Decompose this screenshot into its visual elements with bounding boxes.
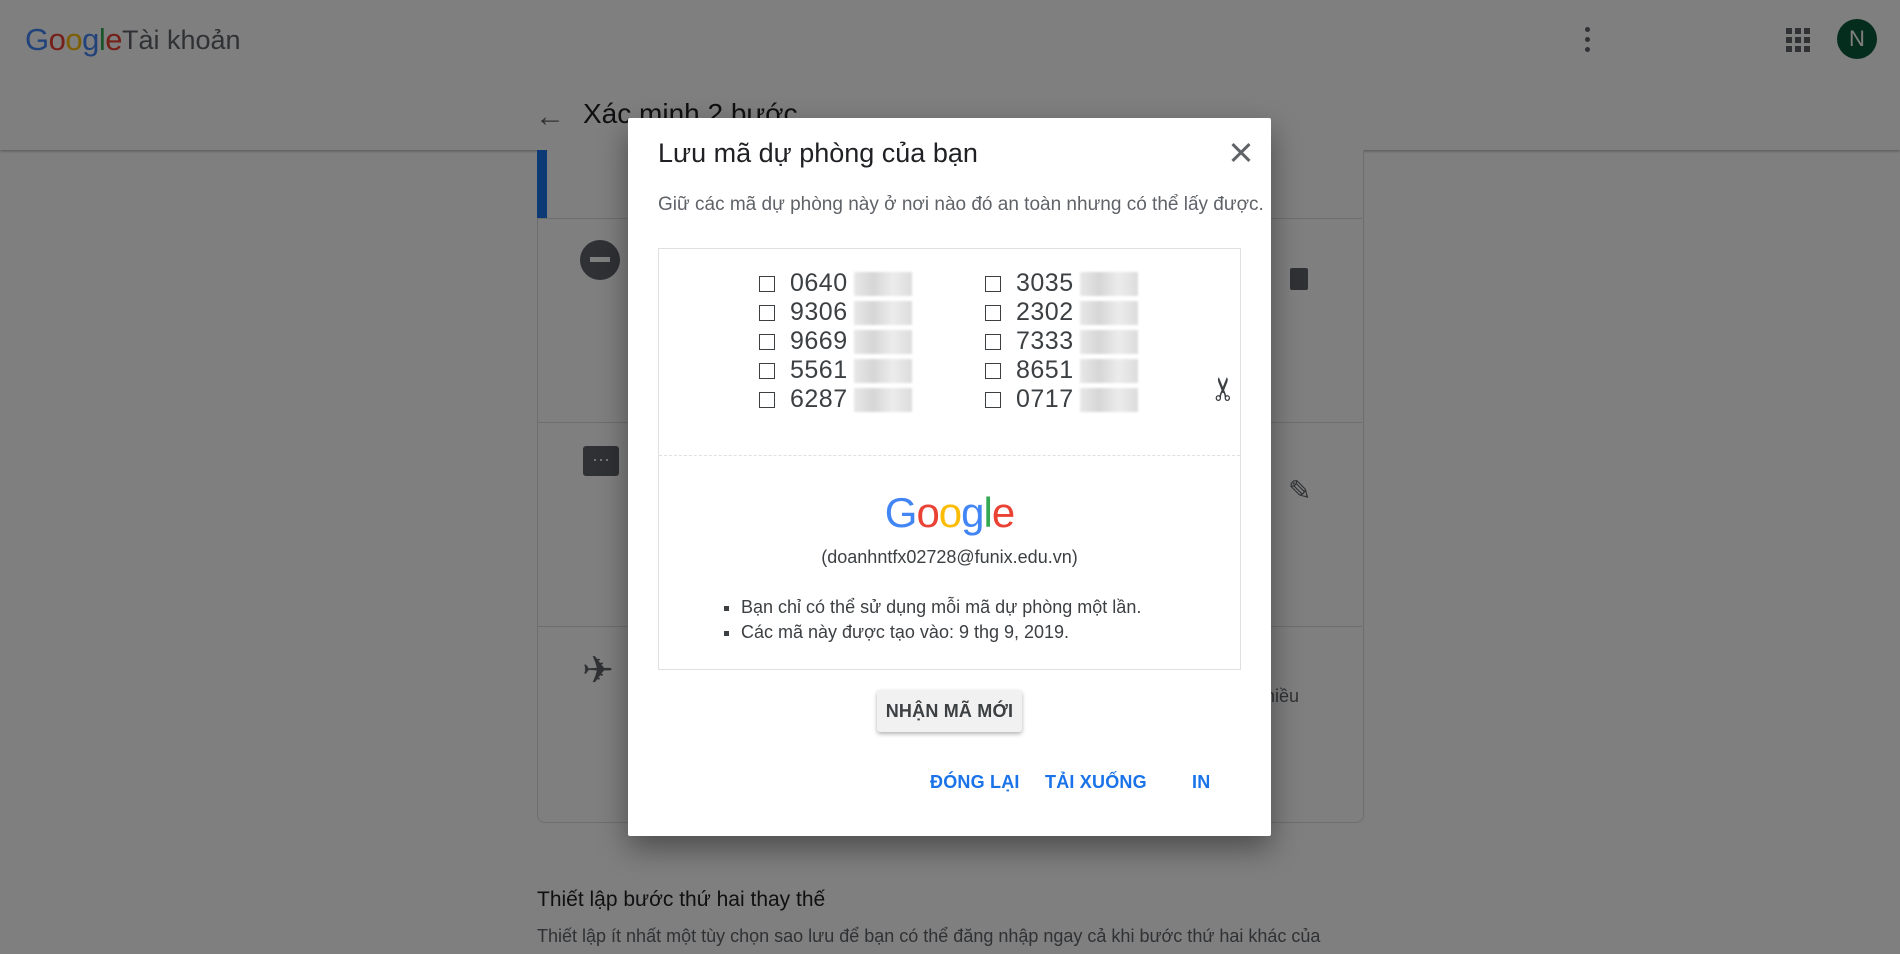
backup-code: 2302 (1016, 298, 1074, 326)
blurred-code-part (853, 358, 912, 383)
backup-code: 7333 (1016, 327, 1074, 355)
logo-letter: o (938, 489, 962, 536)
checkbox-icon (759, 391, 775, 408)
blurred-code-part (1079, 358, 1138, 383)
backup-code: 0640 (790, 269, 848, 297)
codes-panel: 0640 9306 9669 5561 6287 3035 2302 7333 … (658, 248, 1241, 670)
scissors-icon: ✂ (1205, 375, 1242, 403)
logo-letter: o (916, 489, 939, 536)
checkbox-icon (759, 333, 775, 350)
note-item: Bạn chỉ có thể sử dụng mỗi mã dự phòng m… (741, 597, 1141, 618)
close-icon[interactable] (1224, 134, 1260, 170)
code-row: 2302 (985, 298, 1175, 327)
logo-letter: l (983, 489, 993, 536)
blurred-code-part (853, 387, 912, 412)
account-email: (doanhntfx02728@funix.edu.vn) (821, 547, 1078, 567)
backup-code: 9669 (790, 327, 848, 355)
backup-code: 5561 (790, 356, 848, 384)
backup-code: 0717 (1016, 385, 1074, 413)
blurred-code-part (853, 300, 912, 325)
blurred-code-part (853, 271, 912, 296)
checkbox-icon (985, 391, 1001, 408)
checkbox-icon (759, 362, 775, 379)
logo-letter: G (884, 489, 918, 536)
backup-code: 8651 (1016, 356, 1074, 384)
codes-column-right: 3035 2302 7333 8651 0717 (985, 269, 1175, 414)
logo-letter: e (991, 489, 1015, 536)
code-row: 3035 (985, 269, 1175, 298)
blurred-code-part (1079, 271, 1138, 296)
checkbox-icon (759, 304, 775, 321)
download-button[interactable]: TẢI XUỐNG (1045, 772, 1147, 793)
cut-line (659, 455, 1240, 456)
code-row: 9306 (759, 298, 949, 327)
code-row: 8651 (985, 356, 1175, 385)
close-button[interactable]: ĐÓNG LẠI (930, 772, 1020, 793)
page: Google Tài khoản N ← Xác minh 2 bước ···… (0, 0, 1900, 954)
code-row: 9669 (759, 327, 949, 356)
note-item: Các mã này được tạo vào: 9 thg 9, 2019. (741, 622, 1141, 643)
code-row: 0640 (759, 269, 949, 298)
backup-code: 3035 (1016, 269, 1074, 297)
code-row: 0717 (985, 385, 1175, 414)
print-button[interactable]: IN (1192, 772, 1210, 793)
blurred-code-part (853, 329, 912, 354)
checkbox-icon (985, 304, 1001, 321)
get-new-codes-button[interactable]: NHẬN MÃ MỚI (877, 690, 1022, 732)
codes-column-left: 0640 9306 9669 5561 6287 (759, 269, 949, 414)
checkbox-icon (985, 275, 1001, 292)
blurred-code-part (1079, 329, 1138, 354)
code-row: 5561 (759, 356, 949, 385)
logo-letter: g (961, 489, 984, 536)
codes-list: 0640 9306 9669 5561 6287 3035 2302 7333 … (759, 269, 1159, 429)
checkbox-icon (985, 362, 1001, 379)
backup-codes-dialog: Lưu mã dự phòng của bạn Giữ các mã dự ph… (628, 118, 1271, 836)
dialog-subtitle: Giữ các mã dự phòng này ở nơi nào đó an … (658, 194, 1264, 215)
google-logo: Google (659, 489, 1240, 537)
blurred-code-part (1079, 387, 1138, 412)
code-row: 6287 (759, 385, 949, 414)
checkbox-icon (759, 275, 775, 292)
checkbox-icon (985, 333, 1001, 350)
backup-code: 6287 (790, 385, 848, 413)
blurred-code-part (1079, 300, 1138, 325)
code-row: 7333 (985, 327, 1175, 356)
dialog-title: Lưu mã dự phòng của bạn (658, 138, 978, 168)
codes-notes: Bạn chỉ có thể sử dụng mỗi mã dự phòng m… (711, 597, 1141, 647)
backup-code: 9306 (790, 298, 848, 326)
